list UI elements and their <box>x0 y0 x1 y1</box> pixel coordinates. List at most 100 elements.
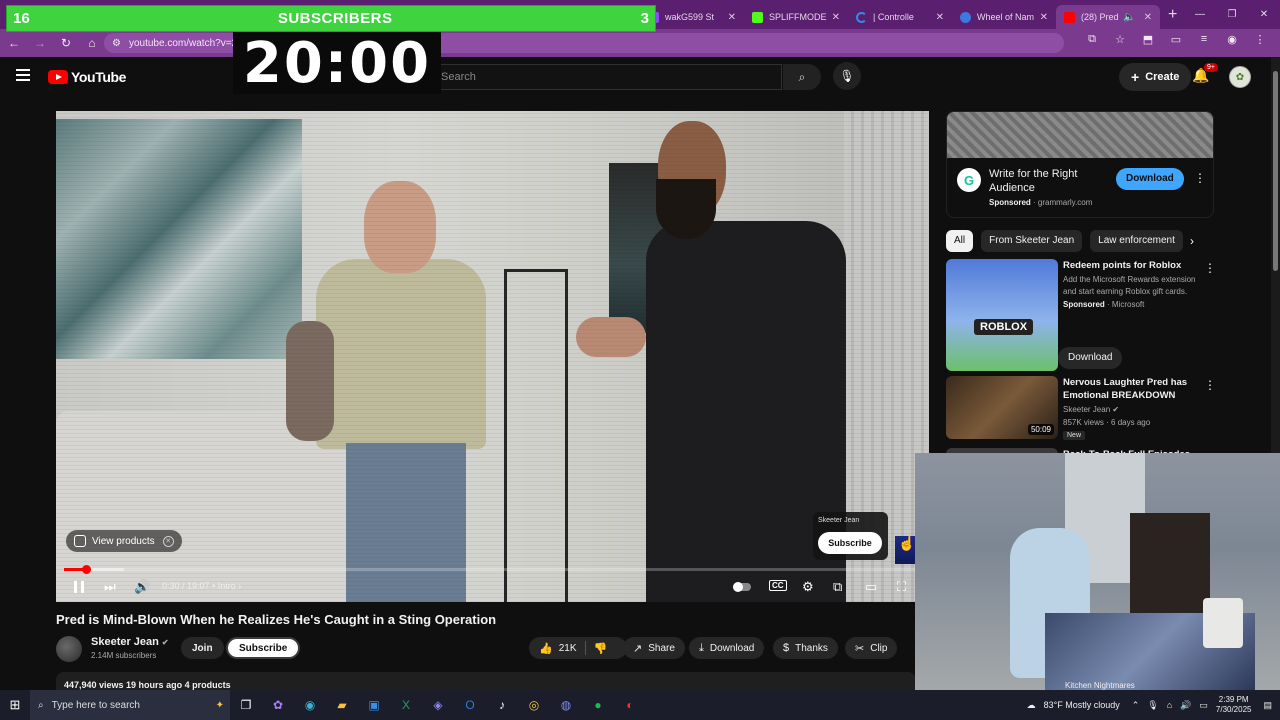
new-tab-button[interactable]: + <box>1168 6 1177 24</box>
channel-avatar[interactable] <box>56 636 82 662</box>
profile-icon[interactable]: ◉ <box>1218 33 1246 46</box>
view-products-button[interactable]: View products ✕ <box>66 530 182 552</box>
video-player[interactable]: View products ✕ Skeeter Jean Subscribe ☝… <box>56 111 929 602</box>
spotify-icon[interactable]: ● <box>582 698 614 712</box>
browser-tab-2[interactable]: SPLIFFMODE S ✕ <box>744 5 848 29</box>
theater-mode-button[interactable]: ▭ <box>865 579 877 595</box>
close-tab-icon[interactable]: ✕ <box>936 12 944 23</box>
browser-tab-3[interactable]: | Controlle ✕ <box>848 5 952 29</box>
edge-icon[interactable]: ◉ <box>294 698 326 712</box>
chip-from-channel[interactable]: From Skeeter Jean <box>981 230 1083 252</box>
home-icon[interactable]: ⌂ <box>80 36 104 50</box>
site-info-icon[interactable]: ⚙ <box>112 38 121 49</box>
chevron-up-icon[interactable]: ⌃ <box>1132 700 1140 711</box>
copilot-icon[interactable]: ✿ <box>262 698 294 712</box>
restore-icon[interactable]: ❐ <box>1216 9 1248 20</box>
extensions-icon[interactable]: ⬒ <box>1134 33 1162 46</box>
menu-icon[interactable]: ⋮ <box>1246 33 1274 46</box>
volume-icon[interactable]: 🔊 <box>1180 700 1191 711</box>
recommended-video-item[interactable]: 50:09 Nervous Laughter Pred has Emotiona… <box>946 376 1216 440</box>
close-tab-icon[interactable]: ✕ <box>832 12 840 23</box>
scrollbar-thumb[interactable] <box>1273 71 1278 271</box>
outlook-icon[interactable]: O <box>454 698 486 712</box>
excel-icon[interactable]: X <box>390 698 422 712</box>
chapter-label[interactable]: Intro <box>218 581 236 591</box>
share-button[interactable]: ↗ Share <box>623 637 685 659</box>
tiktok-icon[interactable]: ♪ <box>486 698 518 712</box>
notifications-button[interactable]: 🔔 9+ <box>1192 63 1218 84</box>
more-options-icon[interactable]: ⋮ <box>1204 261 1216 275</box>
rec-title[interactable]: Redeem points for Roblox <box>1063 259 1201 272</box>
microphone-icon[interactable]: 🎙 <box>1147 700 1158 711</box>
windows-start-icon[interactable]: ⊞ <box>0 697 30 713</box>
app-icon[interactable]: ◈ <box>422 698 454 712</box>
next-button[interactable]: ⏭ <box>104 579 116 595</box>
channel-name-row[interactable]: Skeeter Jean ✔ <box>91 636 169 648</box>
download-button[interactable]: ⤓ Download <box>689 637 765 659</box>
miniplayer-button[interactable]: ⧉ <box>833 579 842 595</box>
fullscreen-button[interactable]: ⛶ <box>897 579 906 595</box>
install-app-icon[interactable]: ⧉ <box>1078 33 1106 46</box>
create-button[interactable]: + Create <box>1119 63 1192 91</box>
reading-list-icon[interactable]: ≡ <box>1190 33 1218 46</box>
battery-icon[interactable]: ▭ <box>1199 700 1208 711</box>
close-icon[interactable]: ✕ <box>162 535 174 547</box>
rec-download-button[interactable]: Download <box>1058 347 1123 369</box>
store-icon[interactable]: ▣ <box>358 698 390 712</box>
autoplay-toggle[interactable] <box>733 579 751 592</box>
forward-icon[interactable]: → <box>28 36 52 50</box>
channel-name[interactable]: Skeeter Jean <box>91 636 159 648</box>
speaker-icon[interactable]: 🔈 <box>1123 12 1135 23</box>
minimize-icon[interactable]: — <box>1184 9 1216 20</box>
hamburger-menu-icon[interactable] <box>16 69 30 84</box>
rec-channel-name[interactable]: Skeeter Jean <box>1063 405 1110 414</box>
rec-title[interactable]: Nervous Laughter Pred has Emotional BREA… <box>1063 376 1201 402</box>
chip-all[interactable]: All <box>946 230 974 252</box>
chevron-right-icon[interactable]: › <box>1190 234 1194 248</box>
discord-icon[interactable]: ◍ <box>550 698 582 712</box>
thumbs-down-icon[interactable]: 👎 <box>594 642 608 655</box>
browser-tab-5-active[interactable]: (28) Pred ir 🔈 ✕ <box>1056 5 1160 29</box>
notification-center-icon[interactable]: ▤ <box>1263 700 1272 711</box>
close-window-icon[interactable]: ✕ <box>1248 9 1280 20</box>
file-explorer-icon[interactable]: ▰ <box>326 698 358 712</box>
network-icon[interactable]: ⌂ <box>1167 700 1172 710</box>
back-icon[interactable]: ← <box>2 36 26 50</box>
youtube-logo[interactable]: YouTube <box>48 69 126 85</box>
taskbar-clock[interactable]: 2:39 PM 7/30/2025 <box>1216 695 1252 715</box>
pause-button[interactable] <box>74 581 84 593</box>
more-options-icon[interactable]: ⋮ <box>1194 171 1206 185</box>
close-tab-icon[interactable]: ✕ <box>1040 12 1048 23</box>
task-view-icon[interactable]: ❐ <box>230 698 262 712</box>
browser-tab-4[interactable]: Wheel of Nam ✕ <box>952 5 1056 29</box>
ad-download-button[interactable]: Download <box>1116 168 1184 190</box>
settings-button[interactable]: ⚙ <box>802 579 814 595</box>
progress-bar[interactable] <box>64 565 921 574</box>
thumbs-up-icon[interactable]: 👍 <box>539 642 553 655</box>
close-tab-icon[interactable]: ✕ <box>728 12 736 23</box>
chip-law-enforcement[interactable]: Law enforcement <box>1090 230 1183 252</box>
search-button[interactable]: ⌕ <box>783 64 821 90</box>
clip-button[interactable]: ✂ Clip <box>845 637 898 659</box>
account-avatar[interactable]: ✿ <box>1229 66 1251 88</box>
taskbar-search-input[interactable]: ⌕ Type here to search ✦ <box>30 690 230 720</box>
subscribe-button[interactable]: Subscribe <box>226 637 301 659</box>
close-tab-icon[interactable]: ✕ <box>1144 12 1152 23</box>
thanks-button[interactable]: $ Thanks <box>773 637 838 659</box>
obs-icon[interactable]: ◐ <box>614 698 646 712</box>
volume-button[interactable]: 🔊 <box>134 579 150 595</box>
bookmark-star-icon[interactable]: ☆ <box>1106 33 1134 46</box>
reload-icon[interactable]: ↻ <box>54 36 78 50</box>
end-card-subscribe-button[interactable]: Subscribe <box>818 532 882 554</box>
recommended-ad-item[interactable]: ROBLOX Redeem points for Roblox Add the … <box>946 259 1216 371</box>
weather-text[interactable]: 83°F Mostly cloudy <box>1044 700 1120 710</box>
sponsored-ad[interactable]: G Write for the Right Audience Sponsored… <box>946 111 1214 218</box>
chrome-icon[interactable]: ◎ <box>518 698 550 712</box>
voice-search-button[interactable]: 🎙 <box>833 62 861 90</box>
search-input[interactable]: Search <box>430 64 782 90</box>
like-count[interactable]: 21K <box>559 643 577 654</box>
ad-headline[interactable]: Write for the Right Audience <box>989 167 1089 195</box>
more-options-icon[interactable]: ⋮ <box>1204 378 1216 392</box>
captions-button[interactable]: CC <box>769 580 787 591</box>
roblox-thumbnail[interactable]: ROBLOX <box>946 259 1058 371</box>
